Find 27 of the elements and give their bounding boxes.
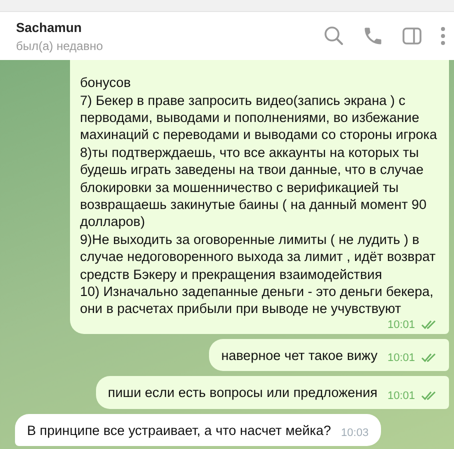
message-text: В принципе все устраивает, а что насчет мейка? (27, 422, 332, 439)
phone-icon[interactable] (362, 25, 384, 47)
message-time: 10:01 (387, 352, 415, 364)
message-text: возвращаешь закинутые баины ( на данный момент 90 (80, 196, 428, 214)
message-time: 10:01 (387, 390, 415, 402)
more-options-icon[interactable] (440, 26, 446, 46)
message-text: блокировки за мошенничество с верификацией ты (80, 178, 400, 196)
message-text: 7) Бекер в праве запросить видео(запись экрана ) с (80, 92, 406, 109)
message-text: перводами, выводами и пополнениями, во избежание (80, 108, 420, 126)
message-text: будешь играть заведены на твои данные, что в случае (80, 161, 424, 179)
message-text: средств Бэкеру и прекращения взаимодействия (80, 266, 384, 283)
message-text: пиши если есть вопросы или предложения (108, 384, 378, 402)
message-text: 8)ты подтверждаешь, что все аккаунты на которых ты (80, 144, 420, 162)
message-text: долларов) (80, 213, 146, 231)
message-text: бонусов (80, 74, 132, 92)
message-time: 10:03 (341, 427, 369, 439)
message-text: 9)Не выходить за оговоренные лимиты ( не лудить ) в (80, 230, 420, 248)
message-text: случае недоговоренного выхода за лимит , идёт возврат (80, 248, 437, 266)
message-text: наверное чет такое вижу (221, 346, 378, 364)
message-text: 10) Изначально задепанные деньги - это деньги бекера, (80, 282, 434, 300)
search-icon[interactable] (323, 25, 345, 47)
message-text: они в расчетах прибыли при выводе не учувствуют (80, 300, 402, 318)
message-text: махинаций с переводами и выводами со стороны игрока (80, 126, 437, 144)
sidebar-panel-icon[interactable] (401, 25, 423, 47)
contact-name: Sachamun (16, 20, 82, 34)
message-time: 10:01 (387, 318, 415, 331)
last-seen-status: был(а) недавно (16, 38, 103, 52)
